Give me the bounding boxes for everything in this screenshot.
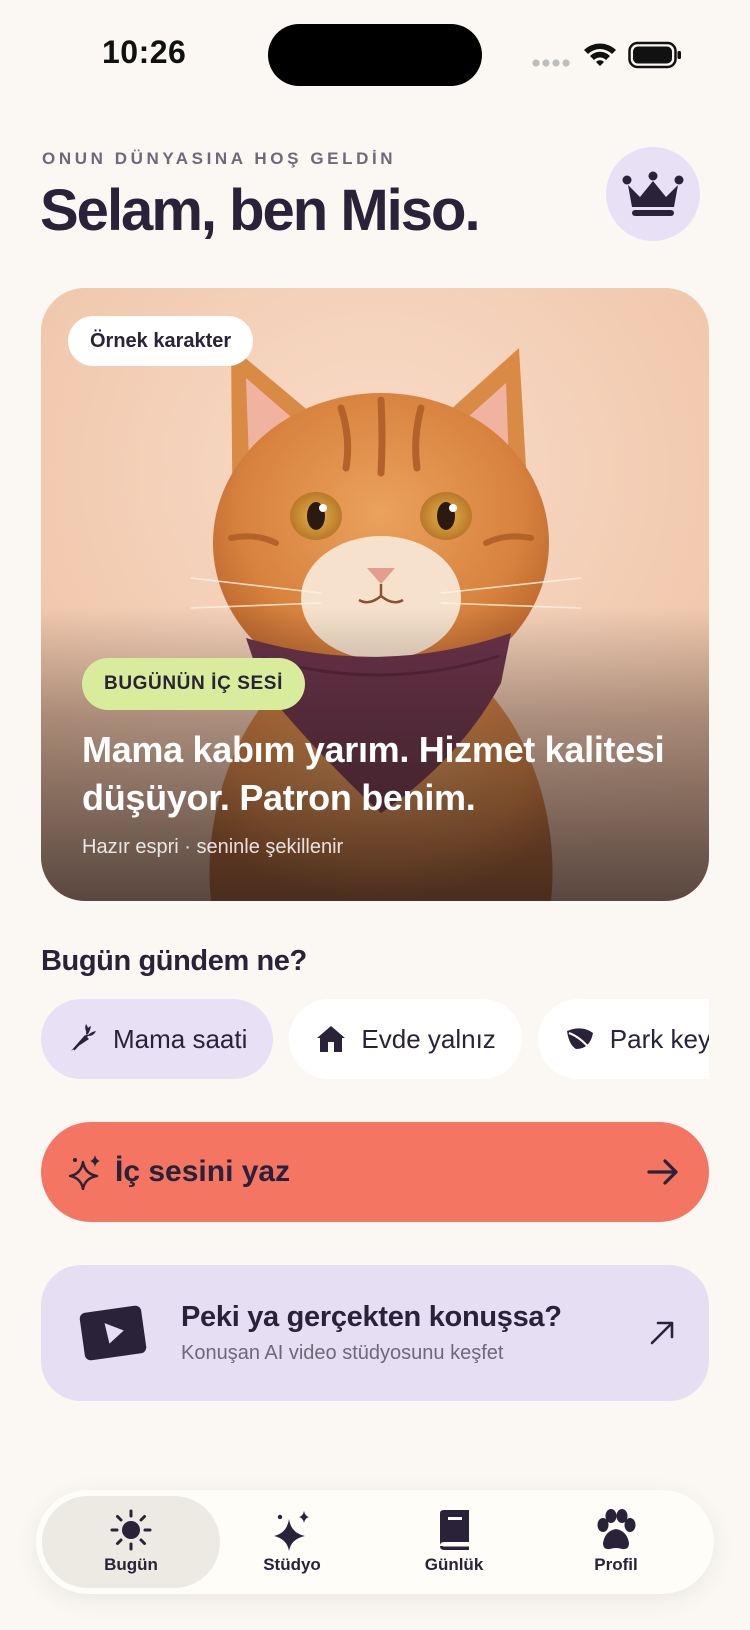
paw-icon [597,1509,636,1550]
sample-character-badge: Örnek karakter [68,316,254,366]
tab-label: Günlük [424,1555,484,1574]
tab-bugun[interactable]: Bugün [42,1496,220,1588]
arrow-right-icon [647,1159,678,1185]
home-icon [315,1023,347,1055]
sparkle-icon [69,1155,100,1190]
dynamic-island [268,24,482,86]
crown-icon [622,171,684,216]
chip-label: Mama saati [113,1023,248,1054]
tab-gunluk[interactable]: Günlük [374,1496,534,1588]
cta-label: İç sesini yaz [115,1155,291,1188]
chip-mama-saati[interactable]: Mama saati [41,999,274,1079]
sparkles-icon [274,1511,309,1551]
studio-promo-card[interactable]: Peki ya gerçekten konuşsa? Konuşan AI vi… [41,1265,709,1401]
leaf-icon [564,1023,596,1055]
tab-label: Stüdyo [263,1555,321,1574]
chip-evde-yalniz[interactable]: Evde yalnız [289,999,522,1079]
topic-chips-scroller[interactable]: Mama saati Evde yalnız Park keyfi [41,999,709,1079]
hero-quote: Mama kabım yarım. Hizmet kalitesi düşüyo… [82,729,665,818]
promo-title: Peki ya gerçekten konuşsa? [181,1301,562,1333]
arrow-up-right-icon [650,1321,674,1345]
chip-label: Park keyfi [609,1023,709,1054]
battery-icon [628,41,681,69]
chip-label: Evde yalnız [361,1023,496,1054]
promo-subtitle: Konuşan AI video stüdyosunu keşfet [181,1342,504,1364]
hero-caption: Hazır espri · seninle şekillenir [82,836,344,858]
tab-label: Bugün [104,1555,158,1574]
tab-label: Profil [594,1555,638,1574]
book-icon [440,1510,469,1550]
wifi-icon [584,43,616,66]
topics-title: Bugün gündem ne? [41,945,307,977]
write-inner-voice-button[interactable]: İç sesini yaz [41,1122,709,1222]
inner-voice-tag: BUGÜNÜN İÇ SESİ [82,658,305,710]
video-play-icon [79,1305,147,1361]
bottom-tab-bar: Bugün Stüdyo Günlük Profil [36,1490,714,1594]
status-time: 10:26 [102,34,187,70]
premium-button[interactable] [606,147,700,241]
sun-icon [110,1509,152,1551]
page-title: Selam, ben Miso. [40,178,481,243]
cellular-signal-icon [532,59,570,67]
tab-profil[interactable]: Profil [536,1496,696,1588]
chip-park-keyfi[interactable]: Park keyfi [537,999,709,1079]
tab-studyo[interactable]: Stüdyo [212,1496,372,1588]
status-bar: 10:26 [0,0,750,110]
carrot-icon [67,1023,99,1055]
hero-card[interactable]: Örnek karakter BUGÜNÜN İÇ SESİ Mama kabı… [41,288,709,901]
welcome-eyebrow: ONUN DÜNYASINA HOŞ GELDİN [42,149,397,168]
